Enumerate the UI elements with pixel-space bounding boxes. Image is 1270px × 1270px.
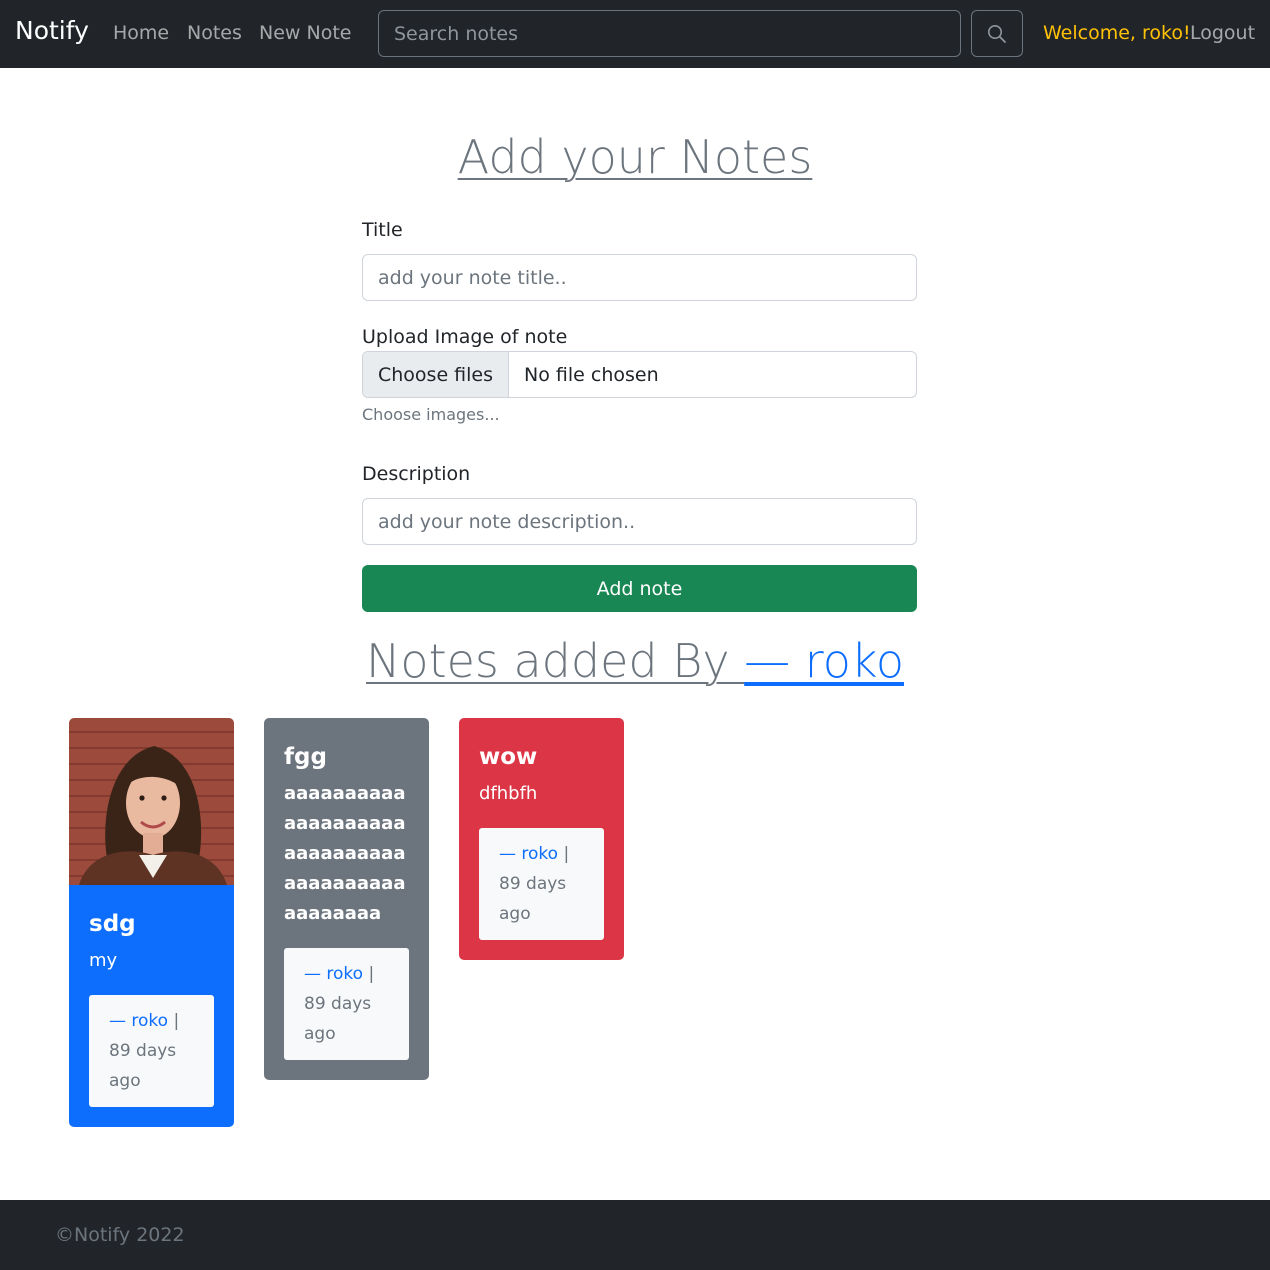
description-label: Description: [362, 463, 471, 485]
choose-files-button[interactable]: Choose files: [363, 352, 510, 397]
note-author-link[interactable]: — roko: [304, 964, 363, 984]
navbar: Notify Home Notes New Note Welcome, roko…: [0, 0, 1270, 68]
note-card-body: wow dfhbfh — roko | 89 days ago: [459, 718, 624, 960]
note-text: my: [89, 950, 118, 971]
note-title: wow: [479, 744, 538, 770]
search-button[interactable]: [971, 10, 1023, 57]
note-footer: — roko | 89 days ago: [284, 948, 409, 1060]
note-footer: — roko | 89 days ago: [89, 995, 214, 1107]
logout-link[interactable]: Logout: [1190, 22, 1255, 44]
note-text: aaaaaaaaaaaaaaaaaaaaaaaaaaaaaaaaaaaaaaaa…: [284, 783, 406, 924]
notes-heading-user-link[interactable]: — roko: [744, 634, 904, 688]
note-title: fgg: [284, 744, 327, 770]
note-author-link[interactable]: — roko: [499, 844, 558, 864]
footer: ©Notify 2022: [0, 1200, 1270, 1270]
description-input[interactable]: [362, 498, 917, 545]
note-separator: |: [558, 844, 570, 864]
note-card-body: sdg my — roko | 89 days ago: [69, 885, 234, 1127]
note-time: 89 days ago: [304, 994, 372, 1044]
note-card: fgg aaaaaaaaaaaaaaaaaaaaaaaaaaaaaaaaaaaa…: [264, 718, 429, 1080]
note-author-link[interactable]: — roko: [109, 1011, 168, 1031]
note-card: wow dfhbfh — roko | 89 days ago: [459, 718, 624, 960]
title-label: Title: [362, 219, 403, 241]
note-separator: |: [363, 964, 375, 984]
note-card-body: fgg aaaaaaaaaaaaaaaaaaaaaaaaaaaaaaaaaaaa…: [264, 718, 429, 1080]
note-footer: — roko | 89 days ago: [479, 828, 604, 940]
form-heading: Add your Notes: [457, 130, 813, 184]
file-status-text: No file chosen: [524, 363, 659, 386]
note-text: dfhbfh: [479, 783, 538, 804]
notes-heading-prefix: Notes added By: [366, 634, 745, 688]
note-image: [69, 718, 234, 885]
note-time: 89 days ago: [109, 1041, 177, 1091]
search-input[interactable]: [378, 10, 961, 57]
search-icon: [988, 24, 1006, 43]
note-time: 89 days ago: [499, 874, 567, 924]
note-separator: |: [168, 1011, 180, 1031]
note-card: sdg my — roko | 89 days ago: [69, 718, 234, 1127]
nav-link-new-note[interactable]: New Note: [259, 22, 351, 44]
nav-link-notes[interactable]: Notes: [187, 22, 242, 44]
footer-copyright: ©Notify 2022: [55, 1224, 185, 1246]
upload-label: Upload Image of note: [362, 326, 568, 348]
notes-heading: Notes added By — roko: [0, 634, 1270, 688]
file-help-text: Choose images...: [362, 405, 500, 424]
brand-logo[interactable]: Notify: [15, 16, 89, 45]
welcome-text: Welcome, roko!: [1043, 22, 1191, 44]
note-title: sdg: [89, 911, 136, 937]
add-note-button[interactable]: Add note: [362, 565, 917, 612]
title-input[interactable]: [362, 254, 917, 301]
nav-link-home[interactable]: Home: [113, 22, 169, 44]
file-upload-field[interactable]: Choose files No file chosen: [362, 351, 917, 398]
